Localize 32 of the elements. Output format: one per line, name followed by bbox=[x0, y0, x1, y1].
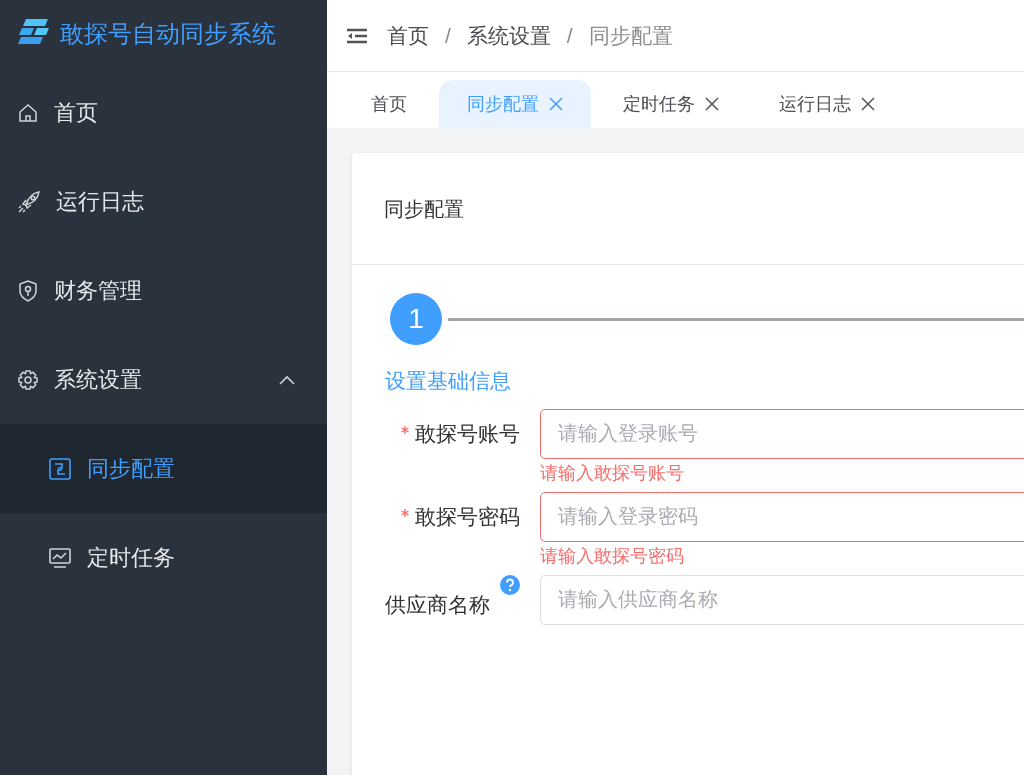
app-title: 敢探号自动同步系统 bbox=[60, 19, 276, 49]
tab[interactable]: 运行日志 bbox=[751, 80, 903, 128]
menu-item[interactable]: 系统设置 bbox=[0, 335, 327, 424]
input-field[interactable]: 请输入登录账号 bbox=[540, 408, 1024, 459]
field-label: 敢探号账号 bbox=[415, 420, 520, 447]
breadcrumb-separator: / bbox=[445, 22, 451, 49]
breadcrumb-link[interactable]: 系统设置 bbox=[466, 19, 551, 52]
input-field[interactable]: 请输入登录密码 bbox=[540, 491, 1024, 542]
help-icon[interactable] bbox=[500, 574, 520, 595]
submenu-item[interactable]: 同步配置 bbox=[0, 424, 327, 513]
close-icon[interactable] bbox=[861, 97, 875, 111]
tab[interactable]: 首页 bbox=[343, 80, 435, 128]
error-message: 请输入敢探号账号 bbox=[540, 461, 685, 485]
field-label: 供应商名称 bbox=[385, 591, 490, 618]
card-title: 同步配置 bbox=[384, 196, 464, 222]
field-label: 敢探号密码 bbox=[415, 503, 520, 530]
menu-item[interactable]: 首页 bbox=[0, 68, 327, 157]
menu-fold-icon[interactable] bbox=[347, 27, 367, 44]
error-message: 请输入敢探号密码 bbox=[540, 544, 685, 568]
chart-monitor-icon bbox=[49, 547, 71, 568]
menu-item[interactable]: 运行日志 bbox=[0, 157, 327, 246]
section-title: 设置基础信息 bbox=[385, 369, 511, 392]
menu-item[interactable]: 财务管理 bbox=[0, 246, 327, 335]
shield-icon bbox=[18, 279, 38, 302]
settings-icon bbox=[18, 369, 38, 390]
close-icon[interactable] bbox=[705, 97, 719, 111]
breadcrumb-separator: / bbox=[566, 22, 573, 49]
link-box-icon bbox=[49, 457, 71, 480]
rocket-icon bbox=[18, 190, 40, 213]
breadcrumb-link[interactable]: 首页 bbox=[387, 19, 429, 52]
home-icon bbox=[18, 102, 38, 123]
tab[interactable]: 定时任务 bbox=[595, 80, 747, 128]
